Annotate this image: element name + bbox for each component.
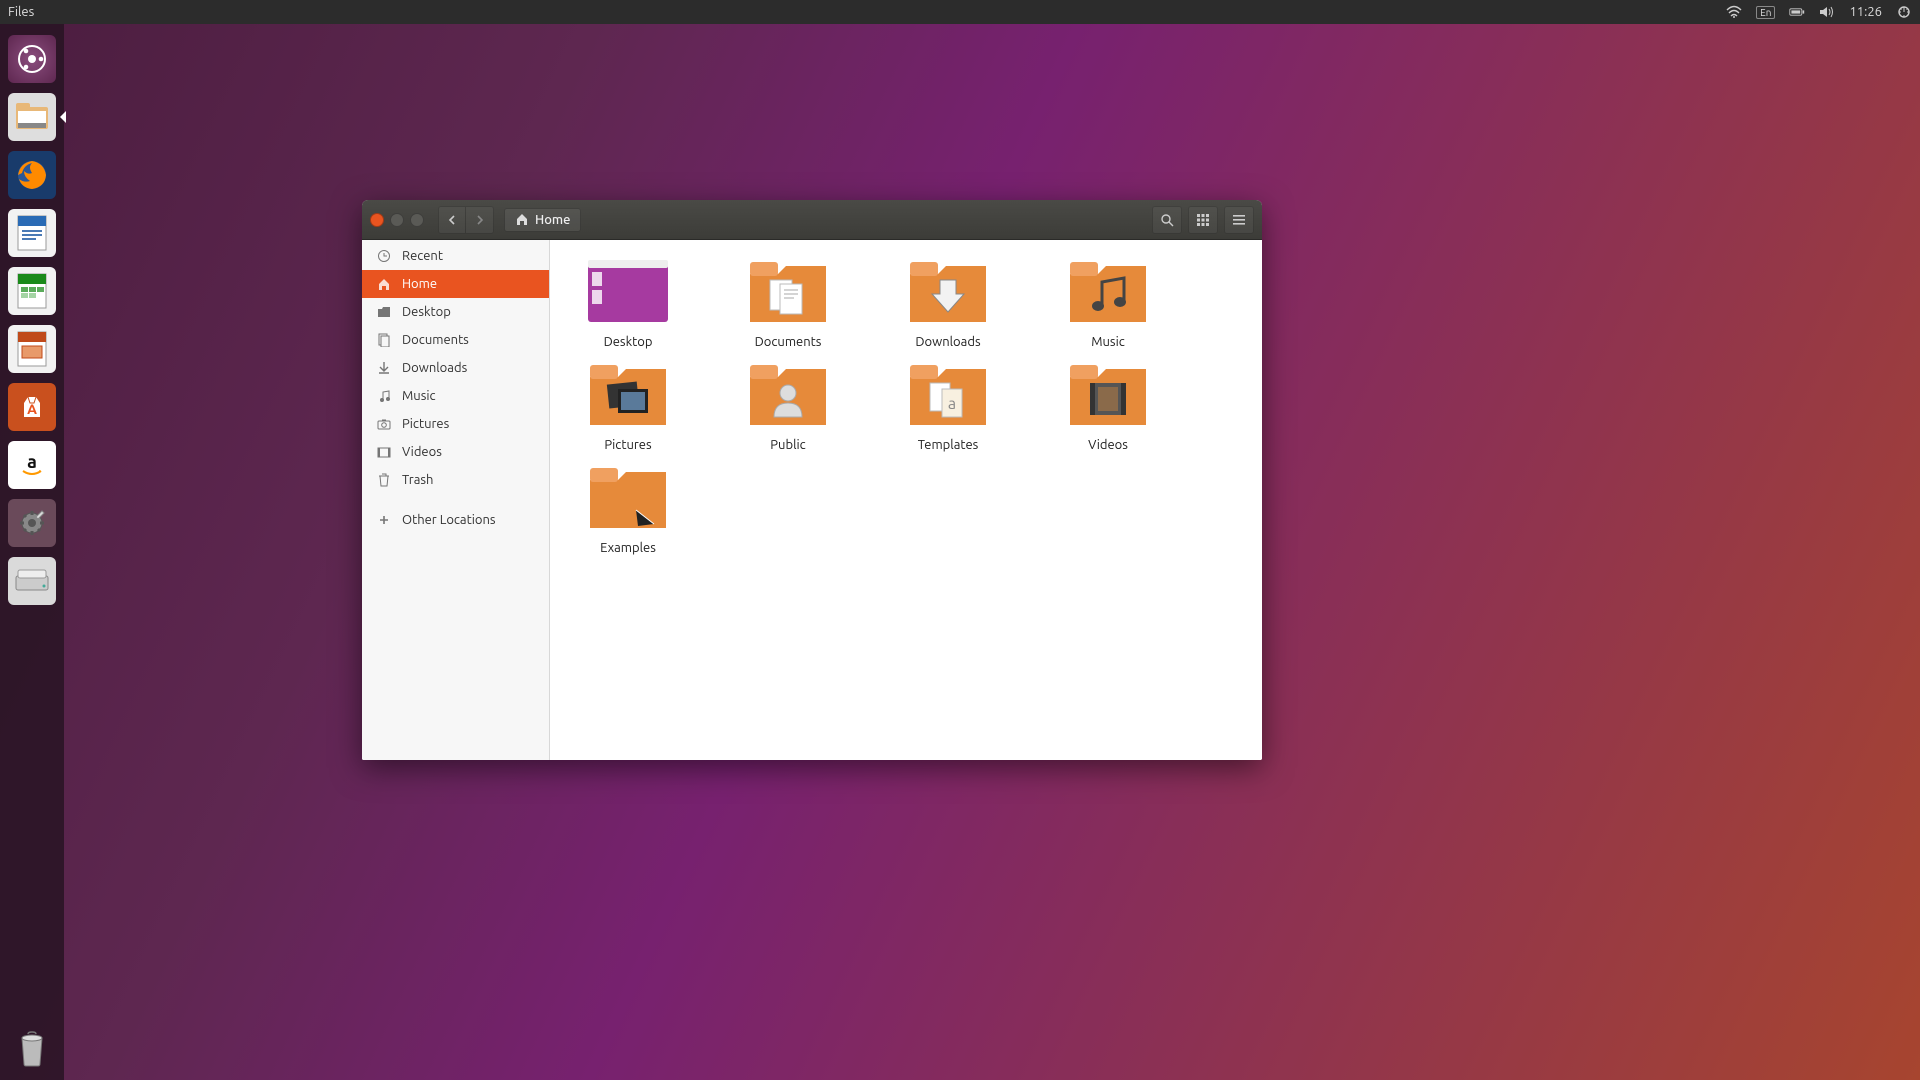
launcher-amazon[interactable]: a bbox=[8, 441, 56, 489]
sidebar-label: Recent bbox=[402, 249, 443, 263]
files-content-grid[interactable]: Desktop Documents Downloads Music bbox=[550, 240, 1262, 760]
launcher-firefox[interactable] bbox=[8, 151, 56, 199]
sidebar-label: Music bbox=[402, 389, 436, 403]
pictures-folder-icon bbox=[582, 357, 674, 435]
sidebar-item-home[interactable]: Home bbox=[362, 270, 549, 298]
trash-icon bbox=[376, 472, 392, 488]
folder-label: Public bbox=[770, 438, 805, 452]
files-sidebar: Recent Home Desktop Documents Downloads … bbox=[362, 240, 550, 760]
sidebar-item-documents[interactable]: Documents bbox=[362, 326, 549, 354]
nav-back-button[interactable] bbox=[438, 206, 466, 234]
sidebar-item-videos[interactable]: Videos bbox=[362, 438, 549, 466]
svg-text:a: a bbox=[948, 395, 956, 413]
music-folder-icon bbox=[1062, 254, 1154, 332]
folder-music[interactable]: Music bbox=[1048, 254, 1168, 349]
sidebar-label: Desktop bbox=[402, 305, 451, 319]
launcher-software[interactable]: A bbox=[8, 383, 56, 431]
music-icon bbox=[376, 388, 392, 404]
folder-templates[interactable]: a Templates bbox=[888, 357, 1008, 452]
sidebar-label: Downloads bbox=[402, 361, 467, 375]
sidebar-item-recent[interactable]: Recent bbox=[362, 242, 549, 270]
camera-icon bbox=[376, 416, 392, 432]
plus-icon bbox=[376, 512, 392, 528]
video-icon bbox=[376, 444, 392, 460]
folder-label: Videos bbox=[1088, 438, 1128, 452]
clock-icon bbox=[376, 248, 392, 264]
volume-icon[interactable] bbox=[1819, 4, 1835, 20]
launcher-impress[interactable] bbox=[8, 325, 56, 373]
folder-desktop[interactable]: Desktop bbox=[568, 254, 688, 349]
launcher-settings[interactable] bbox=[8, 499, 56, 547]
sidebar-label: Documents bbox=[402, 333, 469, 347]
sidebar-item-other-locations[interactable]: Other Locations bbox=[362, 506, 549, 534]
downloads-folder-icon bbox=[902, 254, 994, 332]
videos-folder-icon bbox=[1062, 357, 1154, 435]
folder-videos[interactable]: Videos bbox=[1048, 357, 1168, 452]
folder-label: Examples bbox=[600, 541, 656, 555]
folder-label: Documents bbox=[755, 335, 822, 349]
sidebar-item-trash[interactable]: Trash bbox=[362, 466, 549, 494]
sidebar-item-desktop[interactable]: Desktop bbox=[362, 298, 549, 326]
desktop-folder-icon bbox=[582, 254, 674, 332]
clock[interactable]: 11:26 bbox=[1849, 5, 1882, 19]
svg-text:a: a bbox=[27, 452, 37, 472]
download-icon bbox=[376, 360, 392, 376]
examples-folder-icon bbox=[582, 460, 674, 538]
folder-pictures[interactable]: Pictures bbox=[568, 357, 688, 452]
public-folder-icon bbox=[742, 357, 834, 435]
templates-folder-icon: a bbox=[902, 357, 994, 435]
sidebar-label: Pictures bbox=[402, 417, 449, 431]
keyboard-layout-indicator[interactable]: En bbox=[1756, 6, 1775, 19]
sidebar-item-pictures[interactable]: Pictures bbox=[362, 410, 549, 438]
top-menubar: Files En 11:26 bbox=[0, 0, 1920, 24]
sidebar-item-music[interactable]: Music bbox=[362, 382, 549, 410]
svg-text:A: A bbox=[27, 401, 37, 417]
network-icon[interactable] bbox=[1726, 4, 1742, 20]
launcher-disk[interactable] bbox=[8, 557, 56, 605]
power-icon[interactable] bbox=[1896, 4, 1912, 20]
sidebar-label: Other Locations bbox=[402, 513, 496, 527]
window-minimize-button[interactable] bbox=[390, 213, 404, 227]
sidebar-label: Trash bbox=[402, 473, 433, 487]
folder-documents[interactable]: Documents bbox=[728, 254, 848, 349]
window-maximize-button[interactable] bbox=[410, 213, 424, 227]
folder-downloads[interactable]: Downloads bbox=[888, 254, 1008, 349]
window-close-button[interactable] bbox=[370, 213, 384, 227]
folder-label: Desktop bbox=[604, 335, 653, 349]
launcher-writer[interactable] bbox=[8, 209, 56, 257]
hamburger-menu-button[interactable] bbox=[1224, 206, 1254, 234]
launcher-dash[interactable] bbox=[8, 35, 56, 83]
home-icon bbox=[515, 213, 529, 226]
folder-label: Music bbox=[1091, 335, 1125, 349]
unity-launcher: A a bbox=[0, 24, 64, 1080]
sidebar-label: Home bbox=[402, 277, 437, 291]
folder-public[interactable]: Public bbox=[728, 357, 848, 452]
battery-icon[interactable] bbox=[1789, 4, 1805, 20]
documents-folder-icon bbox=[742, 254, 834, 332]
folder-icon bbox=[376, 304, 392, 320]
active-app-name[interactable]: Files bbox=[8, 5, 34, 19]
window-titlebar[interactable]: Home bbox=[362, 200, 1262, 240]
folder-label: Templates bbox=[918, 438, 979, 452]
search-button[interactable] bbox=[1152, 206, 1182, 234]
home-icon bbox=[376, 276, 392, 292]
folder-examples[interactable]: Examples bbox=[568, 460, 688, 555]
folder-label: Pictures bbox=[604, 438, 651, 452]
launcher-files[interactable] bbox=[8, 93, 56, 141]
sidebar-label: Videos bbox=[402, 445, 442, 459]
path-label: Home bbox=[535, 213, 570, 227]
view-grid-button[interactable] bbox=[1188, 206, 1218, 234]
sidebar-item-downloads[interactable]: Downloads bbox=[362, 354, 549, 382]
folder-label: Downloads bbox=[915, 335, 980, 349]
launcher-trash[interactable] bbox=[8, 1024, 56, 1072]
nav-forward-button[interactable] bbox=[466, 206, 494, 234]
launcher-calc[interactable] bbox=[8, 267, 56, 315]
path-bar[interactable]: Home bbox=[504, 208, 581, 232]
documents-icon bbox=[376, 332, 392, 348]
files-window: Home Recent Home Desktop bbox=[362, 200, 1262, 760]
